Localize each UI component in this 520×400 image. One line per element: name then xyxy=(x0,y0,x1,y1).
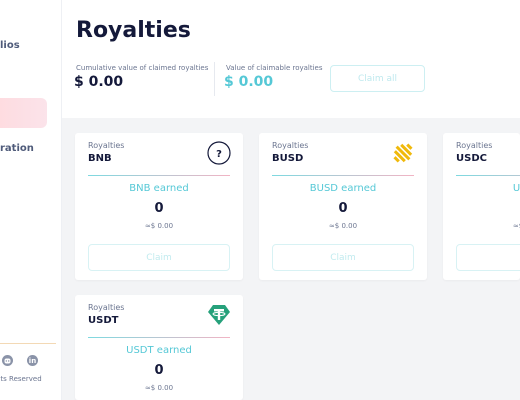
sidebar-item-royalties-active[interactable] xyxy=(0,98,47,128)
card-usd-value: ≈$ 0.00 xyxy=(144,384,174,392)
sidebar-item-label: lios xyxy=(0,40,20,51)
stat-divider xyxy=(214,62,215,96)
card-token: BUSD xyxy=(272,153,304,164)
copyright-text: nts Reserved xyxy=(0,375,42,383)
claimable-value: $ 0.00 xyxy=(224,74,274,90)
card-usd-value: ≈$ 0.00 xyxy=(512,222,520,230)
claim-all-button[interactable]: Claim all xyxy=(330,65,425,92)
claimable-value-label: Value of claimable royalties xyxy=(226,64,323,72)
card-label: Royalties xyxy=(456,141,493,150)
card-label: Royalties xyxy=(88,303,125,312)
card-divider xyxy=(272,175,414,176)
discord-icon[interactable] xyxy=(2,355,13,366)
claim-button[interactable]: Claim xyxy=(272,244,414,271)
card-divider xyxy=(88,337,230,338)
card-earned-amount: 0 xyxy=(154,201,164,216)
svg-text:?: ? xyxy=(216,149,222,160)
royalty-card-bnb: Royalties BNB ? BNB earned 0 ≈$ 0.00 Cla… xyxy=(75,133,243,280)
card-earned-label: BNB earned xyxy=(129,183,189,194)
royalty-card-usdt: Royalties USDT USDT earned 0 ≈$ 0.00 xyxy=(75,295,243,400)
question-icon: ? xyxy=(207,141,231,165)
claimed-value: $ 0.00 xyxy=(74,74,124,90)
card-earned-amount: 0 xyxy=(338,201,348,216)
card-earned-label: BUSD earned xyxy=(309,183,377,194)
linkedin-icon[interactable]: in xyxy=(27,355,38,366)
card-usd-value: ≈$ 0.00 xyxy=(144,222,174,230)
claim-button[interactable]: Claim xyxy=(88,244,230,271)
card-usd-value: ≈$ 0.00 xyxy=(328,222,358,230)
card-earned-amount: 0 xyxy=(154,363,164,378)
card-label: Royalties xyxy=(272,141,309,150)
card-earned-amount: 0 xyxy=(443,201,520,216)
card-divider xyxy=(88,175,230,176)
sidebar: lios ration in nts Reserved xyxy=(0,0,62,400)
sidebar-item-portfolios[interactable]: lios xyxy=(0,40,20,51)
claimed-value-label: Cumulative value of claimed royalties xyxy=(76,64,209,72)
tether-icon xyxy=(207,303,231,327)
claim-button[interactable]: C xyxy=(456,244,520,271)
royalty-card-busd: Royalties BUSD BUSD earned 0 ≈$ 0.00 Cla… xyxy=(259,133,427,280)
card-earned-label: USDT earned xyxy=(126,345,192,356)
sidebar-divider xyxy=(0,343,56,344)
card-divider xyxy=(456,175,520,176)
sidebar-item-label: ration xyxy=(0,143,34,154)
royalty-card-usdc: Royalties USDC USDC 0 ≈$ 0.00 C xyxy=(443,133,520,280)
page-title: Royalties xyxy=(76,18,191,43)
busd-icon xyxy=(391,141,415,165)
card-token: BNB xyxy=(88,153,112,164)
sidebar-item-generation[interactable]: ration xyxy=(0,143,34,154)
card-label: Royalties xyxy=(88,141,125,150)
card-token: USDT xyxy=(88,315,119,326)
card-token: USDC xyxy=(456,153,487,164)
card-earned-label: USDC xyxy=(512,183,520,194)
